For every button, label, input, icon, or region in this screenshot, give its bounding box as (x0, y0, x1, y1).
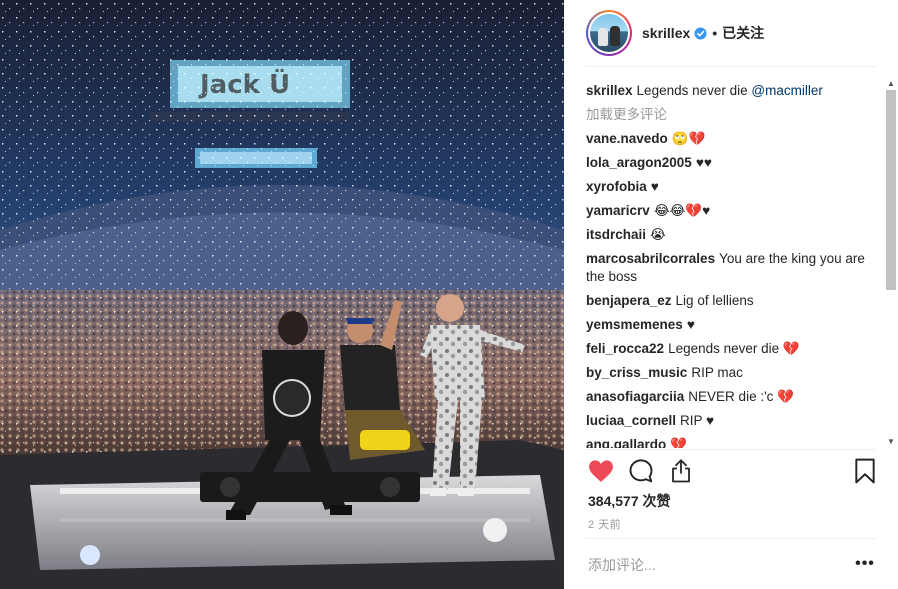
load-more-comments-button[interactable]: 加载更多评论 (586, 106, 884, 124)
post-details-panel: skrillex • 已关注 skrillex Legends never die… (564, 0, 898, 589)
comment-author-link[interactable]: yamaricrv (586, 203, 650, 218)
caption-mention-link[interactable]: @macmiller (751, 83, 822, 98)
comment-row: benjapera_ez Lig of lelliens (586, 292, 884, 310)
caption-author-link[interactable]: skrillex (586, 83, 633, 98)
more-options-button[interactable]: ••• (854, 553, 876, 575)
comment-text: Lig of lelliens (675, 293, 754, 308)
share-button[interactable] (666, 456, 696, 486)
comment-row: yamaricrv 😂😂💔♥ (586, 202, 884, 220)
comment-icon (629, 459, 653, 483)
verified-badge-icon (694, 26, 707, 40)
comment-author-link[interactable]: benjapera_ez (586, 293, 672, 308)
comment-author-link[interactable]: ang.gallardo (586, 437, 666, 448)
comment-author-link[interactable]: lola_aragon2005 (586, 155, 692, 170)
comment-author-link[interactable]: xyrofobia (586, 179, 647, 194)
avatar-image (590, 14, 628, 52)
likes-count[interactable]: 384,577 次赞 (588, 491, 671, 511)
add-comment-divider (586, 538, 876, 539)
share-icon (672, 459, 690, 483)
comment-row: feli_rocca22 Legends never die 💔 (586, 340, 884, 358)
header-divider (586, 66, 876, 67)
comment-text: ♥♥ (695, 155, 712, 170)
header-username-link[interactable]: skrillex (642, 25, 690, 41)
profile-avatar[interactable] (586, 10, 632, 56)
comment-row: ang.gallardo 💔 (586, 436, 884, 448)
caption-text: Legends never die (636, 83, 752, 98)
comment-row: xyrofobia ♥ (586, 178, 884, 196)
scroll-up-arrow-icon[interactable]: ▲ (886, 78, 896, 88)
comment-author-link[interactable]: marcosabrilcorrales (586, 251, 715, 266)
comment-text: RIP ♥ (680, 413, 715, 428)
avatar-figure-left (598, 28, 608, 46)
heart-icon (589, 460, 613, 482)
header-separator: • (712, 25, 718, 41)
post-caption: skrillex Legends never die @macmiller (586, 82, 884, 100)
add-comment-input[interactable] (588, 554, 838, 576)
comment-author-link[interactable]: feli_rocca22 (586, 341, 664, 356)
scroll-down-arrow-icon[interactable]: ▼ (886, 436, 896, 446)
comment-row: by_criss_music RIP mac (586, 364, 884, 382)
comment-row: yemsmemenes ♥ (586, 316, 884, 334)
comment-author-link[interactable]: luciaa_cornell (586, 413, 676, 428)
comment-row: anasofiagarciia NEVER die :'c 💔 (586, 388, 884, 406)
comment-text: 😂😂💔♥ (653, 203, 711, 218)
concert-photo-image: Jack Ü (0, 0, 564, 589)
save-button[interactable] (850, 456, 880, 486)
following-button[interactable]: 已关注 (722, 23, 764, 43)
comment-text: Legends never die 💔 (668, 341, 800, 356)
comment-author-link[interactable]: by_criss_music (586, 365, 687, 380)
scrollbar-thumb[interactable] (886, 90, 896, 290)
comment-row: luciaa_cornell RIP ♥ (586, 412, 884, 430)
comment-text: ♥ (650, 179, 659, 194)
comment-container: vane.navedo 🙄💔 lola_aragon2005 ♥♥ xyrofobia ♥… (586, 130, 884, 448)
bookmark-icon (855, 458, 875, 484)
comment-author-link[interactable]: itsdrchaii (586, 227, 646, 242)
comment-text: ♥ (686, 317, 695, 332)
comment-button[interactable] (626, 456, 656, 486)
comment-author-link[interactable]: vane.navedo (586, 131, 668, 146)
comment-row: marcosabrilcorrales You are the king you … (586, 250, 884, 286)
comment-text: 💔 (670, 437, 688, 448)
post-photo[interactable]: Jack Ü (0, 0, 564, 589)
post-header: skrillex • 已关注 (564, 0, 898, 66)
comments-list[interactable]: skrillex Legends never die @macmiller 加载更… (586, 76, 884, 448)
avatar-figure-right (610, 26, 620, 46)
like-button[interactable] (586, 456, 616, 486)
post-actions-bar (586, 456, 876, 488)
comment-row: vane.navedo 🙄💔 (586, 130, 884, 148)
actions-divider (586, 449, 876, 450)
comments-scrollbar[interactable]: ▲ ▼ (884, 76, 898, 448)
comment-text: 🙄💔 (671, 131, 706, 146)
comment-row: itsdrchaii 😭 (586, 226, 884, 244)
comment-text: RIP mac (691, 365, 743, 380)
comment-author-link[interactable]: yemsmemenes (586, 317, 683, 332)
comment-row: lola_aragon2005 ♥♥ (586, 154, 884, 172)
comment-text: 😭 (650, 227, 666, 242)
avatar-border (588, 12, 630, 54)
comment-text: NEVER die :'c 💔 (688, 389, 794, 404)
comment-author-link[interactable]: anasofiagarciia (586, 389, 684, 404)
post-timestamp[interactable]: 2 天前 (588, 516, 621, 532)
